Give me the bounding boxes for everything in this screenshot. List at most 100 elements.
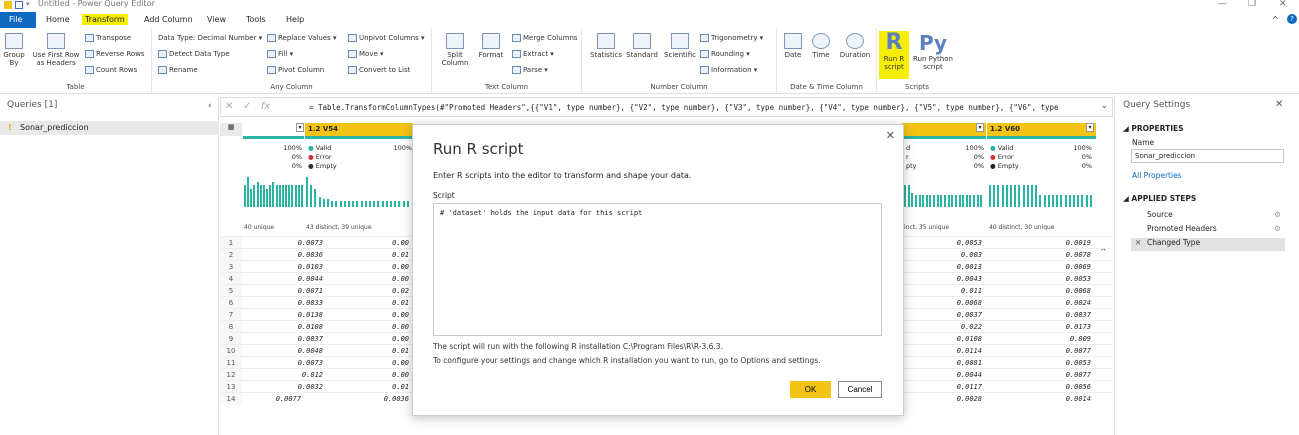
help-icon[interactable]: ? [1287, 14, 1297, 24]
tab-help[interactable]: Help [286, 15, 304, 24]
table-cell[interactable]: 0.0013 [902, 261, 982, 271]
detect-data-type-button[interactable]: Detect Data Type [158, 50, 230, 58]
table-cell[interactable]: 0.0053 [987, 273, 1091, 283]
all-properties-link[interactable]: All Properties [1132, 171, 1182, 180]
v59-dropdown-icon[interactable]: ▾ [976, 123, 984, 132]
tab-home[interactable]: Home [46, 15, 70, 24]
table-cell[interactable]: 0.0043 [902, 273, 982, 283]
table-cell[interactable]: 0.02 [305, 285, 409, 295]
table-cell[interactable]: 0.00 [305, 333, 409, 343]
parse-button[interactable]: Parse ▾ [512, 66, 548, 74]
v54-dropdown-icon[interactable]: ▾ [296, 123, 304, 132]
date-button[interactable]: Date [781, 33, 805, 59]
table-cell[interactable]: 0.00 [305, 261, 409, 271]
expand-formula-icon[interactable]: ⌄ [1100, 101, 1108, 111]
table-cell[interactable]: 0.009 [987, 333, 1091, 343]
formula-text[interactable]: = Table.TransformColumnTypes(#"Promoted … [309, 103, 1099, 112]
table-cell[interactable]: 0.0077 [987, 345, 1091, 355]
table-cell[interactable]: 0.00 [305, 369, 409, 379]
trigonometry-button[interactable]: Trigonometry ▾ [700, 34, 763, 42]
ok-button[interactable]: OK [790, 381, 831, 398]
run-r-script-button[interactable]: R Run R script [879, 31, 909, 79]
step-promoted-headers[interactable]: Promoted Headers ⚙ [1131, 224, 1285, 236]
column-header-v54[interactable]: ▾ 1.2 V54 [296, 123, 413, 136]
time-button[interactable]: Time [809, 33, 833, 59]
run-python-script-button[interactable]: Py Run Python script [912, 31, 954, 71]
move-button[interactable]: Move ▾ [348, 50, 384, 58]
table-cell[interactable]: 0.00 [305, 357, 409, 367]
table-cell[interactable]: 0.00 [305, 273, 409, 283]
transpose-button[interactable]: Transpose [85, 34, 131, 42]
collapse-queries-icon[interactable]: ‹ [208, 101, 212, 111]
cancel-button[interactable]: Cancel [838, 381, 882, 398]
minimize-button[interactable]: — [1218, 0, 1227, 9]
group-by-button[interactable]: Group By [2, 33, 26, 67]
close-dialog-icon[interactable]: ✕ [886, 129, 895, 142]
table-cell[interactable]: 0.0056 [987, 381, 1091, 391]
close-settings-icon[interactable]: ✕ [1275, 99, 1283, 110]
table-cell[interactable]: 0.0014 [987, 393, 1091, 403]
table-cell[interactable]: 0.00 [305, 321, 409, 331]
replace-values-button[interactable]: Replace Values ▾ [267, 34, 337, 42]
column-header-v59[interactable]: ▾ [902, 123, 986, 136]
gear-icon[interactable]: ⚙ [1274, 224, 1281, 233]
v60-dropdown-icon[interactable]: ▾ [1086, 123, 1094, 132]
data-type-dropdown[interactable]: Data Type: Decimal Number ▾ [158, 34, 262, 42]
step-changed-type[interactable]: ✕ Changed Type [1131, 238, 1285, 251]
tab-view[interactable]: View [207, 15, 226, 24]
table-cell[interactable]: 0.0036 [305, 393, 409, 403]
delete-step-icon[interactable]: ✕ [1135, 238, 1141, 247]
table-cell[interactable]: 0.0077 [987, 369, 1091, 379]
table-cell[interactable]: 0.0019 [987, 237, 1091, 247]
table-cell[interactable]: 0.01 [305, 297, 409, 307]
format-button[interactable]: Format [476, 33, 506, 59]
table-cell[interactable]: 0.0173 [987, 321, 1091, 331]
table-cell[interactable]: 0.0068 [902, 297, 982, 307]
use-first-row-button[interactable]: Use First Row as Headers [30, 33, 82, 67]
reverse-rows-button[interactable]: Reverse Rows [85, 50, 145, 58]
rename-button[interactable]: Rename [158, 66, 198, 74]
convert-to-list-button[interactable]: Convert to List [348, 66, 410, 74]
scientific-button[interactable]: Scientific [662, 33, 698, 59]
count-rows-button[interactable]: Count Rows [85, 66, 137, 74]
table-cell[interactable]: 0.011 [902, 285, 982, 295]
close-window-button[interactable]: ✕ [1279, 0, 1287, 9]
extract-button[interactable]: Extract ▾ [512, 50, 554, 58]
table-cell[interactable]: 0.0044 [902, 369, 982, 379]
split-column-button[interactable]: Split Column [440, 33, 470, 67]
unpivot-columns-button[interactable]: Unpivot Columns ▾ [348, 34, 425, 42]
rounding-button[interactable]: Rounding ▾ [700, 50, 750, 58]
column-header-v60[interactable]: 1.2 V60 ▾ [987, 123, 1096, 136]
quick-access-toolbar[interactable]: ▾ [3, 0, 33, 10]
table-cell[interactable]: 0.0037 [902, 309, 982, 319]
table-cell[interactable]: 0.01 [305, 381, 409, 391]
table-cell[interactable]: 0.003 [902, 249, 982, 259]
pivot-column-button[interactable]: Pivot Column [267, 66, 324, 74]
table-menu-icon[interactable]: ▦ [220, 123, 242, 136]
query-name-input[interactable]: Sonar_prediccion [1131, 149, 1284, 163]
table-cell[interactable]: 0.0028 [902, 393, 982, 403]
table-cell[interactable]: 0.0053 [902, 237, 982, 247]
table-cell[interactable]: 0.0078 [987, 249, 1091, 259]
information-button[interactable]: Information ▾ [700, 66, 757, 74]
table-cell[interactable]: 0.0081 [902, 357, 982, 367]
table-cell[interactable]: 0.0068 [987, 285, 1091, 295]
tab-add-column[interactable]: Add Column [144, 15, 193, 24]
tab-tools[interactable]: Tools [246, 15, 266, 24]
table-cell[interactable]: 0.0024 [987, 297, 1091, 307]
table-cell[interactable]: 0.0108 [902, 333, 982, 343]
merge-columns-button[interactable]: Merge Columns [512, 34, 578, 42]
table-cell[interactable]: 0.0117 [902, 381, 982, 391]
file-tab[interactable]: File [0, 12, 36, 28]
fill-button[interactable]: Fill ▾ [267, 50, 293, 58]
step-source[interactable]: Source ⚙ [1131, 210, 1285, 222]
statistics-button[interactable]: Statistics [590, 33, 622, 59]
script-editor[interactable]: # 'dataset' holds the input data for thi… [433, 203, 882, 336]
duration-button[interactable]: Duration [837, 33, 873, 59]
collapse-ribbon-icon[interactable]: ^ [1272, 15, 1279, 24]
gear-icon[interactable]: ⚙ [1274, 210, 1281, 219]
table-cell[interactable]: 0.0053 [987, 357, 1091, 367]
table-cell[interactable]: 0.0069 [987, 261, 1091, 271]
query-item[interactable]: ! Sonar_prediccion [0, 121, 219, 135]
tab-transform[interactable]: Transform [82, 14, 128, 25]
